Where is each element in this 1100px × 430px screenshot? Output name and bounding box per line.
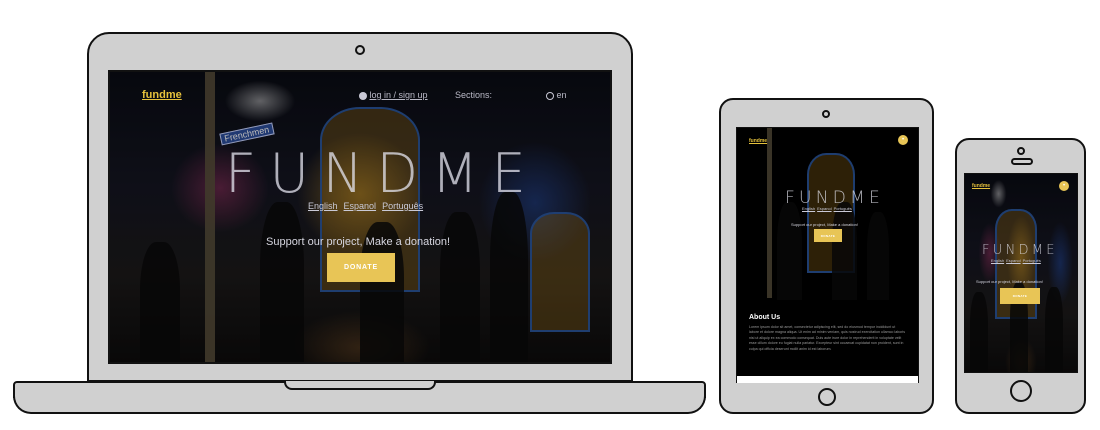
laptop-bottom <box>13 396 706 414</box>
lang-link-portugues[interactable]: Português <box>834 206 852 211</box>
laptop-screen: Frenchmen <box>108 70 612 364</box>
hero-tagline: Support our project, Make a donation! <box>791 222 858 227</box>
about-text: Lorem ipsum dolor sit amet, consectetur … <box>749 325 906 351</box>
user-icon <box>359 91 367 100</box>
crowd <box>867 212 889 302</box>
language-links: English Espanol Português <box>991 258 1047 263</box>
background-pole <box>205 72 215 362</box>
crowd <box>777 202 802 302</box>
background-pole <box>767 128 772 298</box>
lang-link-portugues[interactable]: Português <box>382 201 423 211</box>
lang-link-english[interactable]: English <box>802 206 815 211</box>
tablet-home-button <box>818 388 836 406</box>
sections-label: Sections: <box>455 90 493 100</box>
hero-title: FUNDME <box>225 142 540 205</box>
crowd <box>832 202 857 302</box>
phone-home-button <box>1010 380 1032 402</box>
donate-button[interactable]: DONATE <box>327 253 395 282</box>
crowd <box>140 242 180 362</box>
login-link[interactable]: log in / sign up <box>359 90 428 100</box>
donate-button[interactable]: DONATE <box>1000 288 1040 304</box>
crowd <box>490 192 528 362</box>
menu-icon[interactable]: • <box>898 135 908 145</box>
login-link-label: log in / sign up <box>369 90 428 100</box>
language-links: English Espanol Português <box>308 201 429 211</box>
lang-link-espanol[interactable]: Espanol <box>1006 258 1020 263</box>
phone-screen <box>964 173 1078 373</box>
hero-tagline: Support our project, Make a donation! <box>266 236 451 248</box>
lang-link-english[interactable]: English <box>308 201 338 211</box>
phone-speaker <box>1011 158 1033 165</box>
laptop-camera <box>355 45 365 55</box>
hero-tagline: Support our project, Make a donation! <box>976 279 1043 284</box>
site-logo[interactable]: fundme <box>142 89 182 101</box>
tablet-footer-strip <box>737 376 918 383</box>
hero-title: FUNDME <box>982 243 1058 258</box>
phone-camera <box>1017 147 1025 155</box>
about-title: About Us <box>749 314 781 321</box>
site-logo[interactable]: fundme <box>972 183 990 189</box>
lang-link-espanol[interactable]: Espanol <box>344 201 377 211</box>
background-door <box>530 212 590 332</box>
crowd <box>440 212 480 362</box>
lang-link-english[interactable]: English <box>991 258 1004 263</box>
about-section: About Us Lorem ipsum dolor sit amet, con… <box>737 300 918 376</box>
language-label: en <box>556 90 567 100</box>
background-door <box>807 153 855 273</box>
crowd <box>260 202 304 362</box>
tablet-camera <box>822 110 830 118</box>
hero-title: FUNDME <box>785 188 884 208</box>
crowd <box>970 292 988 372</box>
language-switcher[interactable]: en <box>546 90 567 100</box>
lang-link-espanol[interactable]: Espanol <box>817 206 831 211</box>
menu-icon[interactable]: • <box>1059 181 1069 191</box>
site-logo[interactable]: fundme <box>749 138 767 144</box>
laptop-notch <box>284 381 436 390</box>
lang-link-portugues[interactable]: Português <box>1023 258 1041 263</box>
globe-icon <box>546 91 554 100</box>
crowd <box>1045 287 1063 372</box>
language-links: English Espanol Português <box>802 206 858 211</box>
donate-button[interactable]: DONATE <box>814 229 842 242</box>
